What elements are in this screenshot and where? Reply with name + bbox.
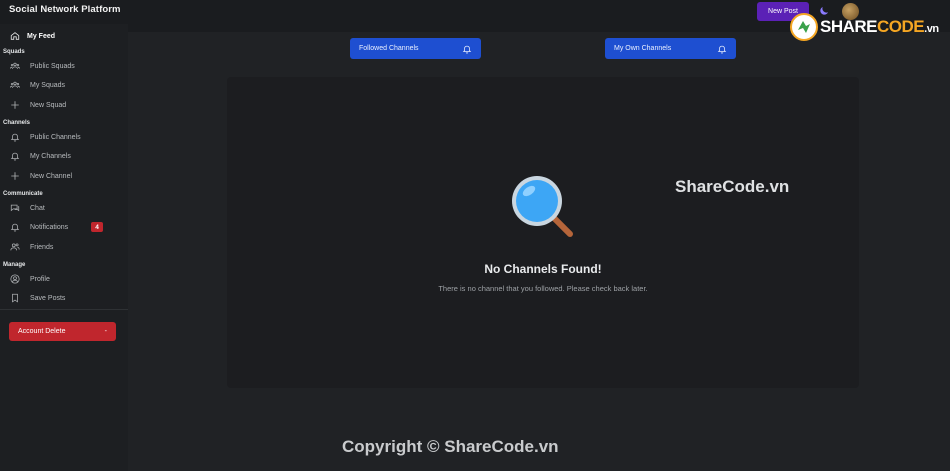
bell-icon (10, 132, 20, 142)
notification-count-badge: 4 (91, 222, 103, 232)
profile-icon (10, 274, 20, 284)
empty-state-panel: No Channels Found! There is no channel t… (227, 77, 859, 388)
empty-state-title: No Channels Found! (484, 262, 602, 276)
magnifier-icon (512, 176, 573, 237)
sharecode-logo-icon (790, 13, 818, 41)
bookmark-icon (10, 293, 20, 303)
sidebar: My Feed Squads Public Squads My Squads N… (0, 24, 128, 471)
sidebar-item-new-squad[interactable]: New Squad (0, 96, 128, 114)
tab-label: My Own Channels (614, 45, 672, 52)
sidebar-item-label: My Channels (30, 152, 71, 160)
sidebar-item-label: Public Channels (30, 133, 81, 141)
sidebar-item-friends[interactable]: Friends (0, 238, 128, 256)
bell-icon (10, 151, 20, 161)
main-content: Followed Channels My Own Channels No Cha… (128, 32, 950, 471)
squads-icon (10, 80, 20, 90)
watermark-logo-text: SHARECODE.vn (820, 17, 939, 37)
watermark-logo-prefix: SHARE (820, 17, 878, 36)
sidebar-item-label: Chat (30, 204, 45, 212)
account-delete-suffix: - (104, 328, 107, 335)
sidebar-item-label: Save Posts (30, 294, 66, 302)
account-delete-button[interactable]: Account Delete - (9, 322, 116, 341)
sidebar-item-my-squads[interactable]: My Squads (0, 76, 128, 94)
app-title: Social Network Platform (9, 4, 121, 15)
sidebar-item-label: My Squads (30, 81, 66, 89)
sidebar-item-label: Notifications (30, 223, 69, 231)
tab-label: Followed Channels (359, 45, 419, 52)
sidebar-item-label: New Channel (30, 172, 73, 180)
sidebar-item-label: Public Squads (30, 62, 75, 70)
friends-icon (10, 242, 20, 252)
plus-icon (10, 171, 20, 181)
sidebar-item-notifications[interactable]: Notifications 4 (0, 218, 128, 236)
bell-icon (717, 45, 727, 54)
sidebar-item-my-feed[interactable]: My Feed (0, 27, 128, 45)
tab-my-own-channels[interactable]: My Own Channels (605, 38, 736, 59)
home-icon (10, 31, 20, 41)
sidebar-item-profile[interactable]: Profile (0, 270, 128, 288)
sidebar-item-new-channel[interactable]: New Channel (0, 167, 128, 185)
bell-icon (10, 222, 20, 232)
watermark-logo-suffix: CODE (877, 17, 925, 36)
section-heading-communicate: Communicate (3, 191, 43, 197)
empty-state-message: There is no channel that you followed. P… (438, 284, 648, 293)
chat-icon (10, 203, 20, 213)
sidebar-item-public-squads[interactable]: Public Squads (0, 57, 128, 75)
watermark-logo: SHARECODE.vn (790, 12, 939, 42)
watermark-center: ShareCode.vn (675, 177, 790, 196)
sidebar-item-label: Profile (30, 275, 50, 283)
section-heading-squads: Squads (3, 49, 25, 55)
plus-icon (10, 100, 20, 110)
account-delete-label: Account Delete (18, 328, 66, 335)
sidebar-item-save-posts[interactable]: Save Posts (0, 289, 128, 307)
bell-icon (462, 45, 472, 54)
watermark-copyright: Copyright © ShareCode.vn (342, 437, 559, 456)
sidebar-item-label: Friends (30, 243, 54, 251)
watermark-logo-domain: .vn (924, 23, 939, 35)
sidebar-item-label: My Feed (27, 32, 56, 40)
sidebar-item-label: New Squad (30, 101, 67, 109)
section-heading-manage: Manage (3, 262, 26, 268)
tab-followed-channels[interactable]: Followed Channels (350, 38, 481, 59)
section-heading-channels: Channels (3, 120, 31, 126)
sidebar-item-chat[interactable]: Chat (0, 199, 128, 217)
sidebar-item-public-channels[interactable]: Public Channels (0, 128, 128, 146)
sidebar-divider (0, 309, 128, 310)
sidebar-item-my-channels[interactable]: My Channels (0, 147, 128, 165)
squads-icon (10, 61, 20, 71)
